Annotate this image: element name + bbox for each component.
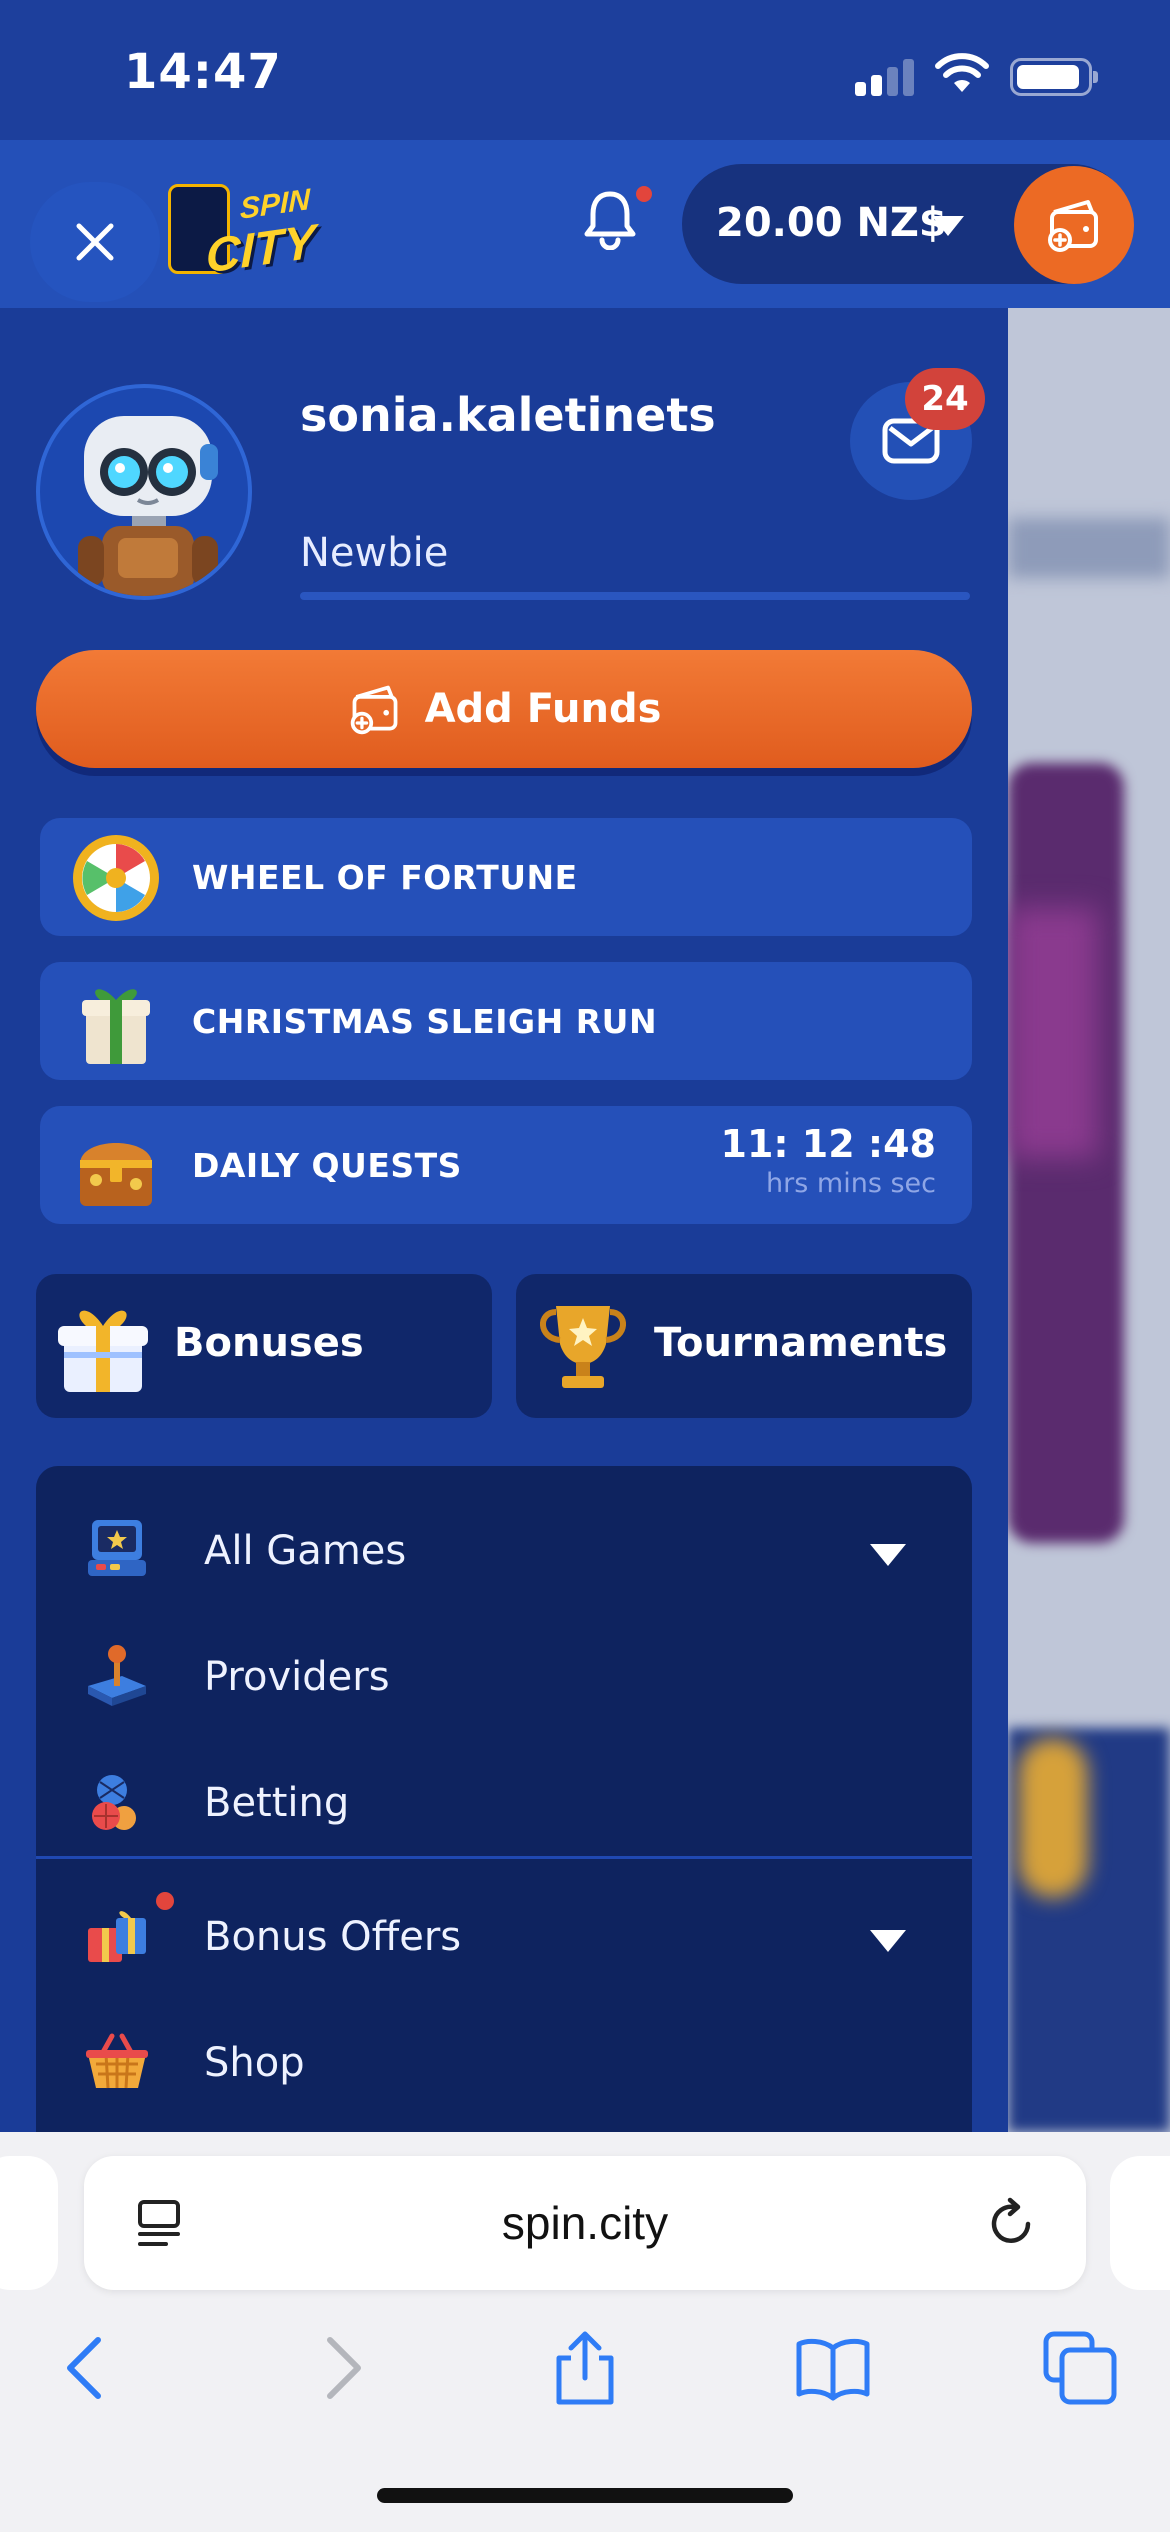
menu-item-all-games[interactable]: All Games xyxy=(36,1494,972,1604)
menu-item-betting[interactable]: Betting xyxy=(36,1746,972,1856)
balance-amount[interactable]: 20.00 NZ$ xyxy=(716,200,947,246)
spin-city-logo[interactable]: SPIN CITY xyxy=(168,178,324,284)
wifi-icon xyxy=(935,53,989,92)
wallet-button[interactable] xyxy=(1014,166,1134,284)
menu-label: All Games xyxy=(204,1528,407,1574)
browser-toolbar: spin.city xyxy=(0,2132,1170,2532)
add-funds-label: Add Funds xyxy=(424,686,662,732)
battery-icon xyxy=(1010,58,1098,96)
menu-label: Betting xyxy=(204,1780,350,1826)
add-funds-button[interactable]: Add Funds xyxy=(36,650,972,768)
status-time: 14:47 xyxy=(124,44,282,100)
username: sonia.kaletinets xyxy=(300,388,716,442)
close-menu-button[interactable] xyxy=(30,182,160,302)
menu-item-providers[interactable]: Providers xyxy=(36,1620,972,1730)
menu-label: Providers xyxy=(204,1654,390,1700)
status-bar: 14:47 xyxy=(0,0,1170,140)
arcade-icon xyxy=(88,1520,146,1576)
promo-daily-quests[interactable]: DAILY QUESTS 11: 12 :48 hrs mins sec xyxy=(40,1106,972,1224)
tournaments-label: Tournaments xyxy=(654,1320,948,1366)
chevron-down-icon[interactable] xyxy=(932,216,964,236)
new-offer-dot xyxy=(156,1892,174,1910)
address-bar[interactable]: spin.city xyxy=(84,2156,1086,2290)
menu-label: Shop xyxy=(204,2040,305,2086)
promo-label: DAILY QUESTS xyxy=(192,1146,462,1185)
back-arrow-icon[interactable] xyxy=(48,2328,128,2408)
treasure-chest-icon xyxy=(80,1143,152,1206)
unread-messages-badge: 24 xyxy=(905,368,985,430)
promo-christmas-sleigh-run[interactable]: CHRISTMAS SLEIGH RUN xyxy=(40,962,972,1080)
notifications-bell-icon[interactable] xyxy=(582,188,638,250)
timer-units: hrs mins sec xyxy=(766,1168,936,1199)
next-tab-preview[interactable] xyxy=(1110,2156,1170,2290)
shopping-basket-icon xyxy=(86,2033,148,2089)
close-icon xyxy=(76,223,114,261)
forward-arrow-icon[interactable] xyxy=(300,2328,380,2408)
wallet-add-icon xyxy=(1048,200,1098,252)
background-page-overlay[interactable] xyxy=(1008,308,1170,2132)
gift-icon xyxy=(58,1310,148,1392)
share-icon[interactable] xyxy=(545,2328,625,2408)
bookmarks-icon[interactable] xyxy=(793,2328,873,2408)
sports-balls-icon xyxy=(92,1775,136,1830)
url-text[interactable]: spin.city xyxy=(84,2196,1086,2250)
side-menu-panel: sonia.kaletinets Newbie 24 Add Funds WHE… xyxy=(0,308,1008,2132)
gift-box-icon xyxy=(82,989,150,1064)
tabs-icon[interactable] xyxy=(1040,2328,1120,2408)
menu-label: Bonus Offers xyxy=(204,1914,462,1960)
notification-dot xyxy=(636,186,652,202)
wheel-of-fortune-icon xyxy=(73,835,159,921)
home-indicator[interactable] xyxy=(377,2488,793,2503)
joystick-icon xyxy=(88,1645,146,1706)
avatar[interactable] xyxy=(36,384,252,600)
quest-timer: 11: 12 :48 hrs mins sec xyxy=(721,1122,937,1199)
site-header: SPIN CITY 20.00 NZ$ xyxy=(0,140,1170,308)
promo-label: WHEEL OF FORTUNE xyxy=(192,858,578,897)
menu-item-shop[interactable]: Shop xyxy=(36,2006,972,2116)
menu-divider xyxy=(36,1856,972,1859)
rank-progress-bar xyxy=(300,592,970,600)
chevron-down-icon[interactable] xyxy=(870,1930,906,1952)
gift-boxes-icon xyxy=(88,1911,146,1962)
promo-wheel-of-fortune[interactable]: WHEEL OF FORTUNE xyxy=(40,818,972,936)
cellular-signal-icon xyxy=(855,58,915,96)
menu-item-bonus-offers[interactable]: Bonus Offers xyxy=(36,1880,972,1990)
promo-label: CHRISTMAS SLEIGH RUN xyxy=(192,1002,658,1041)
bonuses-button[interactable]: Bonuses xyxy=(36,1274,492,1418)
timer-value: 11: 12 :48 xyxy=(720,1122,937,1166)
games-menu: All Games Providers Betting Bonus Offers… xyxy=(36,1466,972,2132)
player-rank: Newbie xyxy=(300,530,449,576)
wallet-add-icon xyxy=(350,685,397,735)
tournaments-button[interactable]: Tournaments xyxy=(516,1274,972,1418)
chevron-down-icon[interactable] xyxy=(870,1544,906,1566)
trophy-icon xyxy=(540,1306,626,1388)
reload-icon[interactable] xyxy=(984,2196,1038,2250)
robot-avatar-icon xyxy=(78,416,218,596)
previous-tab-preview[interactable] xyxy=(0,2156,58,2290)
bonuses-label: Bonuses xyxy=(174,1320,364,1366)
